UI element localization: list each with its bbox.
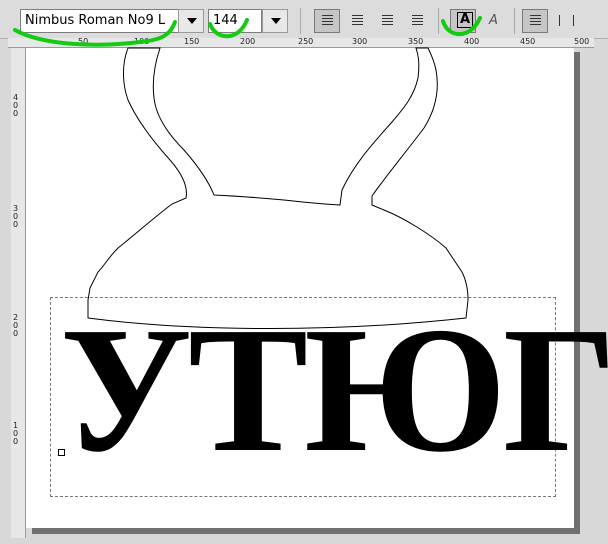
underline-annotation-size — [208, 18, 249, 39]
underline-annotation-font — [13, 20, 177, 47]
underline-annotation-bold — [441, 16, 482, 37]
annotation-overlay — [13, 16, 482, 47]
